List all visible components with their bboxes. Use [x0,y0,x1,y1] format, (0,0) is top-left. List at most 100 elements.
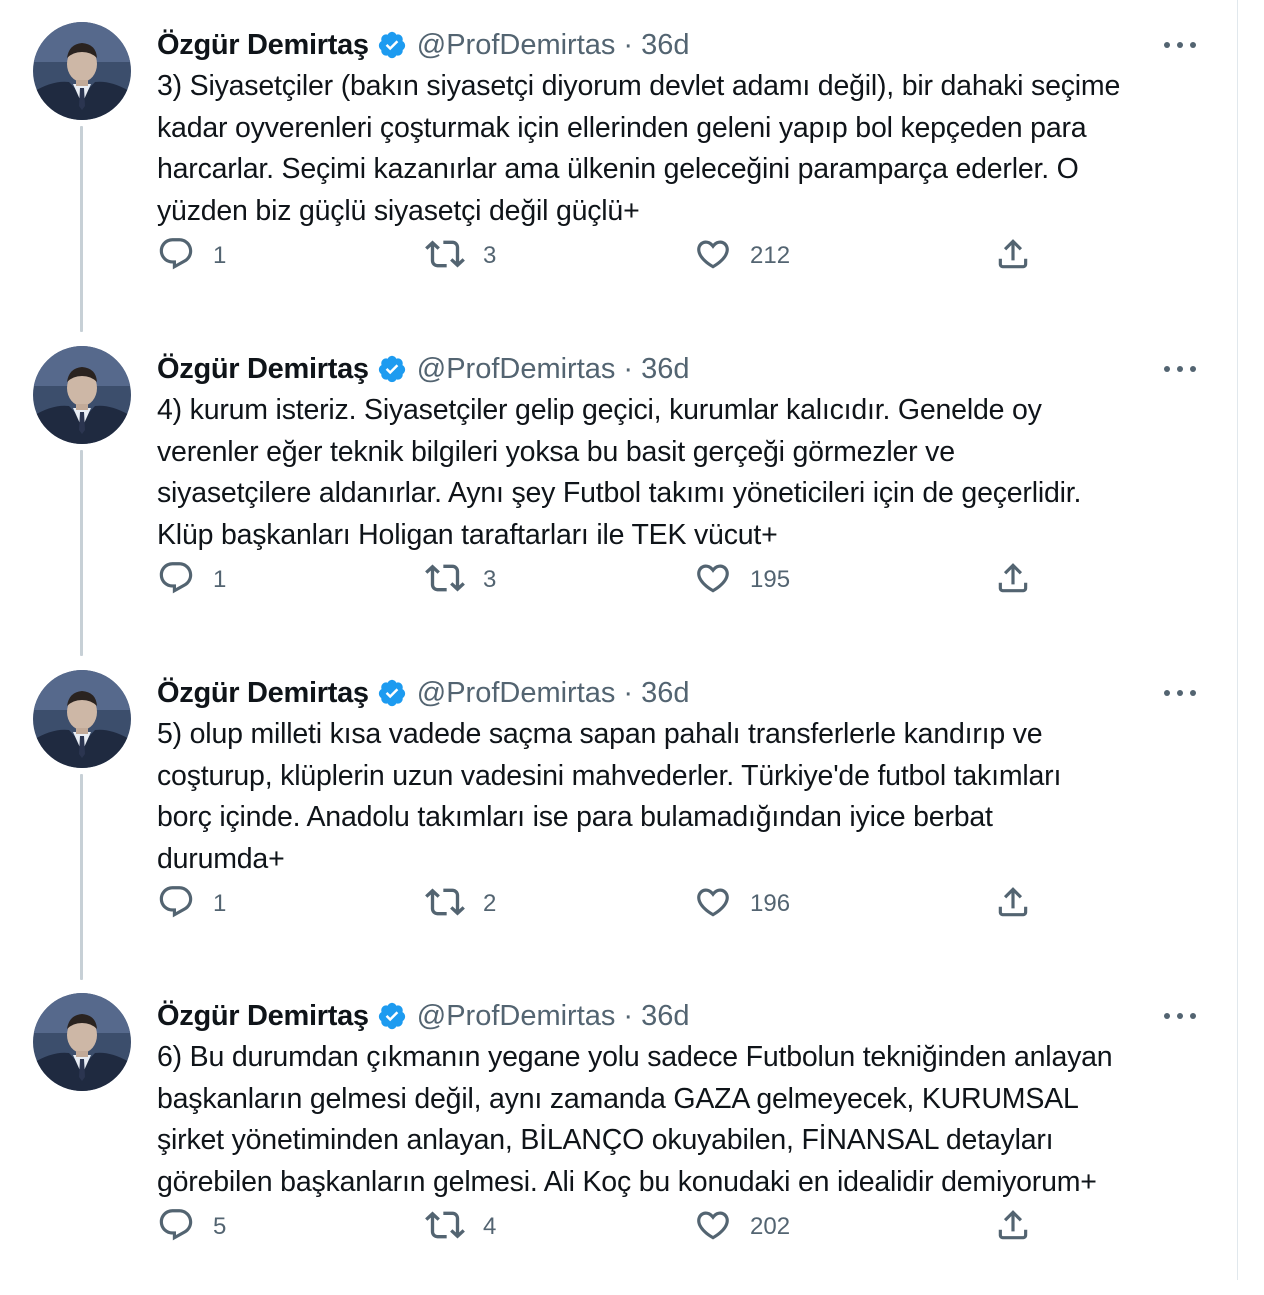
tweet-timestamp[interactable]: 36d [641,1000,689,1033]
tweet-text-line: 4) kurum isteriz. Siyasetçiler gelip geç… [157,394,1042,426]
verified-badge-icon [377,354,407,384]
share-icon [994,883,1032,926]
reply-count: 5 [213,1213,227,1240]
like-count: 195 [750,566,791,593]
author-handle[interactable]: @ProfDemirtas [417,353,616,386]
like-button[interactable]: 195 [694,560,790,600]
tweet-text-line: coşturup, klüplerin uzun vadesini mahved… [157,759,1062,792]
like-button[interactable]: 202 [694,1207,790,1247]
reply-icon [157,1206,195,1249]
author-handle[interactable]: @ProfDemirtas [417,1000,616,1033]
verified-badge-icon [377,30,407,60]
more-icon[interactable] [1160,32,1200,58]
like-count: 212 [750,242,791,269]
avatar[interactable] [33,346,131,444]
retweet-button[interactable]: 4 [425,1207,496,1247]
reply-icon [157,883,195,926]
tweet-text-line: 6) Bu durumdan çıkmanın yegane yolu sade… [157,1041,1113,1073]
reply-count: 1 [213,242,227,269]
tweet-text-line: başkanların gelmesi değil, aynı zamanda … [157,1082,1079,1115]
reply-count: 1 [213,566,227,593]
tweet[interactable]: Özgür Demirtaş @ProfDemirtas · 36d 5) ol… [0,648,1237,972]
like-count: 196 [750,890,791,917]
tweet-text-line: kadar oyverenleri çoşturmak için ellerin… [157,111,1087,144]
author-handle[interactable]: @ProfDemirtas [417,677,616,710]
more-icon[interactable] [1160,356,1200,382]
tweet-text-line: borç içinde. Anadolu takımları ise para … [157,801,993,833]
tweet-text-line: şirket yönetiminden anlayan, BİLANÇO oku… [157,1124,1054,1156]
share-button[interactable] [994,236,1032,276]
reply-icon [157,235,195,278]
like-button[interactable]: 196 [694,884,790,924]
tweet-text-line: siyasetçilere aldanırlar. Aynı şey Futbo… [157,477,1082,509]
tweet-text: 5) olup milleti kısa vadede saçma sapan … [157,714,1217,880]
retweet-count: 2 [483,890,497,917]
tweet[interactable]: Özgür Demirtaş @ProfDemirtas · 36d 3) Si… [0,0,1237,324]
retweet-icon [425,882,465,927]
avatar[interactable] [33,22,131,120]
tweet-timestamp[interactable]: 36d [641,677,689,710]
like-count: 202 [750,1213,791,1240]
tweet-header: Özgür Demirtaş @ProfDemirtas · 36d [157,672,689,714]
share-button[interactable] [994,560,1032,600]
retweet-icon [425,558,465,603]
avatar[interactable] [33,993,131,1091]
share-button[interactable] [994,884,1032,924]
reply-icon [157,559,195,602]
share-icon [994,235,1032,278]
tweet-text-line: görebilen başkanların gelmesi. Ali Koç b… [157,1165,1097,1198]
share-icon [994,1206,1032,1249]
heart-icon [694,883,732,926]
share-button[interactable] [994,1207,1032,1247]
tweet-text: 6) Bu durumdan çıkmanın yegane yolu sade… [157,1037,1217,1203]
reply-button[interactable]: 1 [157,560,226,600]
tweet-text-line: 5) olup milleti kısa vadede saçma sapan … [157,718,1043,750]
author-name[interactable]: Özgür Demirtaş [157,677,369,710]
tweet-timestamp[interactable]: 36d [641,29,689,62]
reply-button[interactable]: 5 [157,1207,226,1247]
reply-button[interactable]: 1 [157,236,226,276]
avatar[interactable] [33,670,131,768]
verified-badge-icon [377,1001,407,1031]
tweet[interactable]: Özgür Demirtaş @ProfDemirtas · 36d 4) ku… [0,324,1237,648]
tweet-header: Özgür Demirtaş @ProfDemirtas · 36d [157,24,689,66]
author-name[interactable]: Özgür Demirtaş [157,353,369,386]
author-handle[interactable]: @ProfDemirtas [417,29,616,62]
tweet-text-line: yüzden biz güçlü siyasetçi değil güçlü+ [157,194,640,227]
separator-dot: · [623,28,634,61]
tweet-text-line: verenler eğer teknik bilgileri yoksa bu … [157,435,955,468]
retweet-count: 3 [483,242,497,269]
tweet-header: Özgür Demirtaş @ProfDemirtas · 36d [157,995,689,1037]
separator-dot: · [623,352,634,385]
author-name[interactable]: Özgür Demirtaş [157,1000,369,1033]
tweet-text: 4) kurum isteriz. Siyasetçiler gelip geç… [157,390,1217,556]
tweet-header: Özgür Demirtaş @ProfDemirtas · 36d [157,348,689,390]
share-icon [994,559,1032,602]
timeline-border [1237,0,1238,1280]
like-button[interactable]: 212 [694,236,790,276]
more-icon[interactable] [1160,1003,1200,1029]
separator-dot: · [623,676,634,709]
heart-icon [694,235,732,278]
retweet-count: 3 [483,566,497,593]
more-icon[interactable] [1160,680,1200,706]
reply-count: 1 [213,890,227,917]
tweet-text: 3) Siyasetçiler (bakın siyasetçi diyorum… [157,66,1217,232]
tweet[interactable]: Özgür Demirtaş @ProfDemirtas · 36d 6) Bu… [0,971,1237,1295]
verified-badge-icon [377,678,407,708]
retweet-button[interactable]: 2 [425,884,496,924]
tweet-text-line: 3) Siyasetçiler (bakın siyasetçi diyorum… [157,70,1121,102]
retweet-button[interactable]: 3 [425,560,496,600]
tweet-text-line: Klüp başkanları Holigan taraftarları ile… [157,518,778,551]
author-name[interactable]: Özgür Demirtaş [157,29,369,62]
heart-icon [694,559,732,602]
retweet-icon [425,1205,465,1250]
tweet-timestamp[interactable]: 36d [641,353,689,386]
separator-dot: · [623,999,634,1032]
tweet-text-line: durumda+ [157,842,285,875]
reply-button[interactable]: 1 [157,884,226,924]
heart-icon [694,1206,732,1249]
retweet-button[interactable]: 3 [425,236,496,276]
retweet-icon [425,234,465,279]
tweet-text-line: harcarlar. Seçimi kazanırlar ama ülkenin… [157,153,1079,185]
